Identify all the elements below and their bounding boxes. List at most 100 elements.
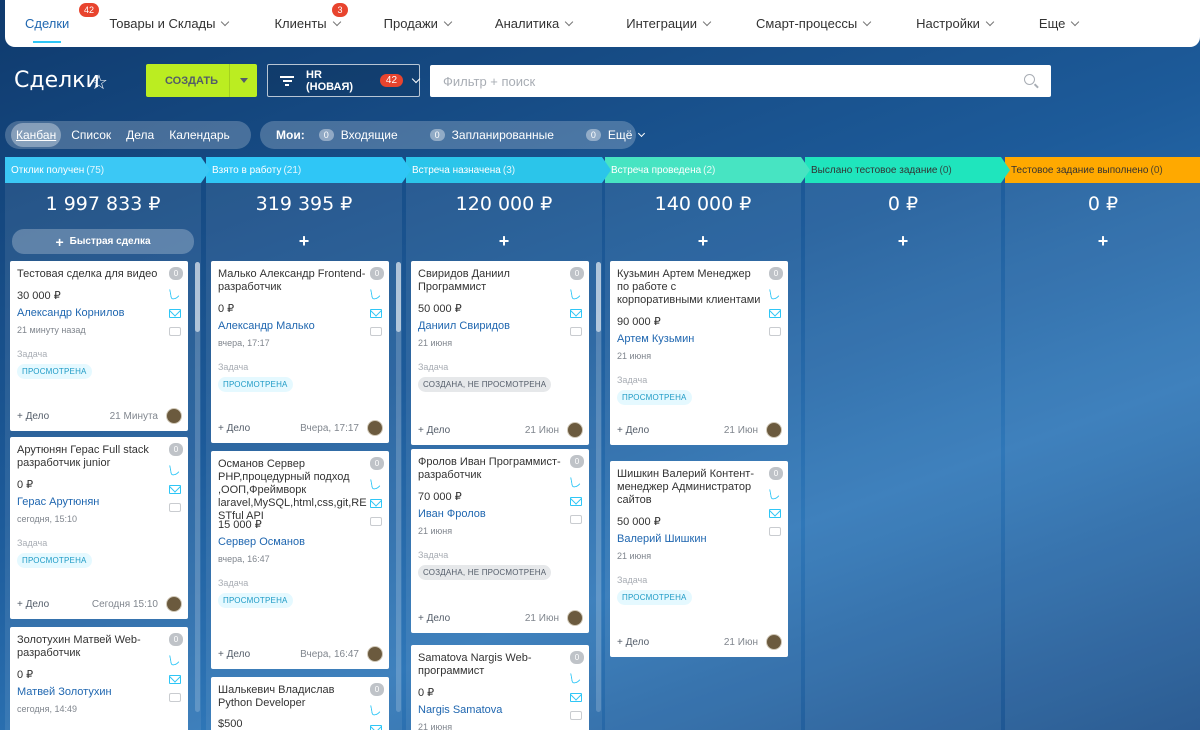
deal-title[interactable]: Кузьмин Артем Менеджер по работе с корпо… [617, 268, 765, 307]
phone-icon[interactable] [169, 653, 182, 666]
mail-icon[interactable] [570, 693, 582, 702]
deal-contact[interactable]: Герас Арутюнян [17, 496, 99, 508]
chat-icon[interactable] [570, 327, 582, 336]
deal-title[interactable]: Арутюнян Герас Full stack разработчик ju… [17, 444, 165, 470]
mail-icon[interactable] [769, 309, 781, 318]
view-activities[interactable]: Дела [121, 128, 159, 142]
mail-icon[interactable] [570, 497, 582, 506]
stage-header[interactable]: Отклик получен (75) [5, 157, 210, 183]
stage-header[interactable]: Встреча назначена (3) [406, 157, 611, 183]
mail-icon[interactable] [370, 499, 382, 508]
avatar[interactable] [367, 420, 383, 436]
add-deal-button[interactable]: + [605, 231, 801, 252]
create-dropdown-button[interactable] [229, 64, 257, 97]
deal-card[interactable]: Кузьмин Артем Менеджер по работе с корпо… [610, 261, 788, 445]
phone-icon[interactable] [769, 287, 782, 300]
mail-icon[interactable] [370, 725, 382, 730]
counter-incoming[interactable]: 0 Входящие [318, 128, 398, 142]
deal-card[interactable]: Османов Сервер PHP,процедурный подход ,О… [211, 451, 389, 669]
phone-icon[interactable] [570, 671, 583, 684]
column-scrollbar[interactable] [195, 262, 200, 712]
deal-title[interactable]: Свиридов Даниил Программист [418, 268, 566, 294]
deal-card[interactable]: Шалькевич Владислав Python Developer 0 $50… [211, 677, 389, 730]
chat-icon[interactable] [769, 327, 781, 336]
mail-icon[interactable] [169, 485, 181, 494]
phone-icon[interactable] [769, 487, 782, 500]
nav-item-more[interactable]: Еще [1035, 0, 1082, 47]
deal-card[interactable]: Золотухин Матвей Web-разработчик 0 0 ₽ Матв… [10, 627, 188, 730]
stage-header[interactable]: Выслано тестовое задание (0) [805, 157, 1010, 183]
deal-contact[interactable]: Даниил Свиридов [418, 320, 510, 332]
chat-icon[interactable] [570, 711, 582, 720]
nav-item-deals[interactable]: Сделки 42 [21, 0, 100, 47]
column-scrollbar[interactable] [396, 262, 401, 712]
view-calendar[interactable]: Календарь [164, 128, 235, 142]
stage-header[interactable]: Встреча проведена (2) [605, 157, 810, 183]
phone-icon[interactable] [370, 477, 383, 490]
phone-icon[interactable] [169, 287, 182, 300]
deal-contact[interactable]: Матвей Золотухин [17, 686, 112, 698]
deal-title[interactable]: Тестовая сделка для видео [17, 268, 165, 281]
deal-contact[interactable]: Артем Кузьмин [617, 333, 694, 345]
avatar[interactable] [766, 634, 782, 650]
view-list[interactable]: Список [66, 128, 116, 142]
deal-card[interactable]: Фролов Иван Программист-разработчик 0 70 0… [411, 449, 589, 633]
chat-icon[interactable] [370, 327, 382, 336]
add-activity-button[interactable]: + Дело [17, 411, 49, 422]
counter-more[interactable]: 0 Ещё [585, 128, 646, 142]
add-activity-button[interactable]: + Дело [418, 613, 450, 624]
deal-card[interactable]: Шишкин Валерий Контент-менеджер Админист… [610, 461, 788, 657]
create-button[interactable]: СОЗДАТЬ [146, 64, 257, 97]
search-input[interactable] [430, 65, 1051, 97]
star-icon[interactable]: ☆ [90, 70, 108, 95]
pipeline-filter-select[interactable]: HR (НОВАЯ) 42 [267, 64, 421, 97]
mail-icon[interactable] [169, 309, 181, 318]
add-activity-button[interactable]: + Дело [218, 423, 250, 434]
nav-item-integrations[interactable]: Интеграции [622, 0, 714, 47]
deal-card[interactable]: Малько Александр Frontend-разработчик 0 0 … [211, 261, 389, 443]
counter-planned[interactable]: 0 Запланированные [429, 128, 554, 142]
avatar[interactable] [766, 422, 782, 438]
search-icon[interactable] [1024, 74, 1035, 85]
add-deal-button[interactable]: + [206, 231, 402, 252]
phone-icon[interactable] [370, 703, 383, 716]
deal-title[interactable]: Малько Александр Frontend-разработчик [218, 268, 366, 294]
phone-icon[interactable] [570, 475, 583, 488]
add-activity-button[interactable]: + Дело [218, 649, 250, 660]
quick-deal-button[interactable]: + Быстрая сделка [12, 229, 194, 254]
add-activity-button[interactable]: + Дело [617, 637, 649, 648]
deal-card[interactable]: Арутюнян Герас Full stack разработчик ju… [10, 437, 188, 619]
deal-card[interactable]: Samatova Nargis Web-программист 0 0 ₽ Nargi… [411, 645, 589, 730]
deal-title[interactable]: Samatova Nargis Web-программист [418, 652, 566, 678]
chat-icon[interactable] [769, 527, 781, 536]
add-activity-button[interactable]: + Дело [17, 599, 49, 610]
nav-item-products[interactable]: Товары и Склады [105, 0, 232, 47]
chat-icon[interactable] [370, 517, 382, 526]
chat-icon[interactable] [169, 503, 181, 512]
deal-contact[interactable]: Валерий Шишкин [617, 533, 707, 545]
deal-title[interactable]: Шишкин Валерий Контент-менеджер Админист… [617, 468, 765, 507]
add-deal-button[interactable]: + [1005, 231, 1200, 252]
avatar[interactable] [567, 422, 583, 438]
deal-contact[interactable]: Nargis Samatova [418, 704, 502, 716]
mail-icon[interactable] [570, 309, 582, 318]
view-kanban[interactable]: Канбан [11, 123, 62, 147]
avatar[interactable] [367, 646, 383, 662]
mail-icon[interactable] [169, 675, 181, 684]
chat-icon[interactable] [169, 327, 181, 336]
mail-icon[interactable] [370, 309, 382, 318]
deal-contact[interactable]: Александр Корнилов [17, 307, 124, 319]
deal-card[interactable]: Тестовая сделка для видео 0 30 000 ₽ Алекса… [10, 261, 188, 431]
avatar[interactable] [166, 596, 182, 612]
stage-header[interactable]: Тестовое задание выполнено (0) [1005, 157, 1200, 183]
add-deal-button[interactable]: + [805, 231, 1001, 252]
deal-card[interactable]: Свиридов Даниил Программист 0 50 000 ₽ Дани… [411, 261, 589, 445]
phone-icon[interactable] [169, 463, 182, 476]
column-scrollbar[interactable] [596, 262, 601, 712]
nav-item-smart-processes[interactable]: Смарт-процессы [752, 0, 874, 47]
deal-contact[interactable]: Иван Фролов [418, 508, 486, 520]
add-activity-button[interactable]: + Дело [617, 425, 649, 436]
add-activity-button[interactable]: + Дело [418, 425, 450, 436]
avatar[interactable] [567, 610, 583, 626]
nav-item-sales[interactable]: Продажи [380, 0, 455, 47]
